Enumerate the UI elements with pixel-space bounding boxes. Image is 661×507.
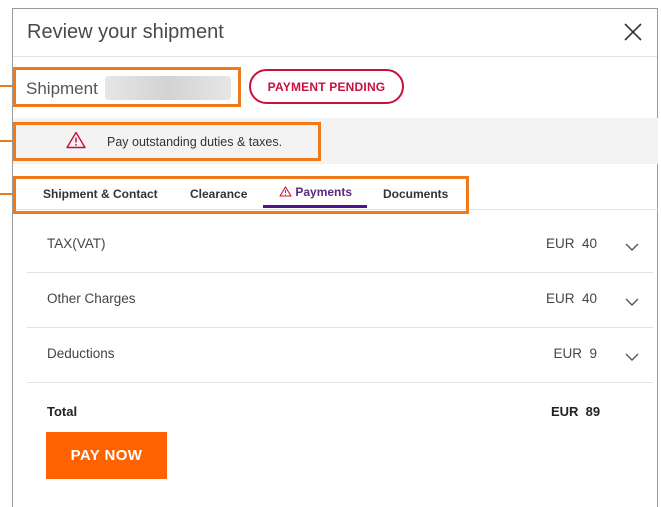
shipment-highlight-box: [13, 67, 241, 107]
status-badge: PAYMENT PENDING: [249, 69, 404, 104]
pay-now-button[interactable]: PAY NOW: [46, 432, 167, 479]
charge-label: Deductions: [47, 346, 115, 361]
total-label: Total: [47, 404, 78, 419]
close-icon[interactable]: [621, 20, 645, 44]
charge-row-tax[interactable]: TAX(VAT) EUR 40: [27, 217, 653, 273]
modal-header: Review your shipment: [13, 9, 657, 57]
charge-amount: EUR 40: [545, 236, 597, 251]
tabs-highlight-box: [13, 176, 469, 214]
charge-row-deductions[interactable]: Deductions EUR 9: [27, 327, 653, 383]
charge-label: TAX(VAT): [47, 236, 106, 251]
charge-row-other[interactable]: Other Charges EUR 40: [27, 272, 653, 328]
charge-amount: EUR 40: [545, 291, 597, 306]
modal-title: Review your shipment: [27, 21, 224, 43]
chevron-down-icon[interactable]: [625, 239, 639, 251]
total-amount: EUR 89: [551, 404, 601, 419]
charge-amount: EUR 9: [553, 346, 597, 361]
alert-highlight-box: [13, 122, 321, 161]
chevron-down-icon[interactable]: [625, 294, 639, 306]
chevron-down-icon[interactable]: [625, 349, 639, 361]
charge-label: Other Charges: [47, 291, 136, 306]
